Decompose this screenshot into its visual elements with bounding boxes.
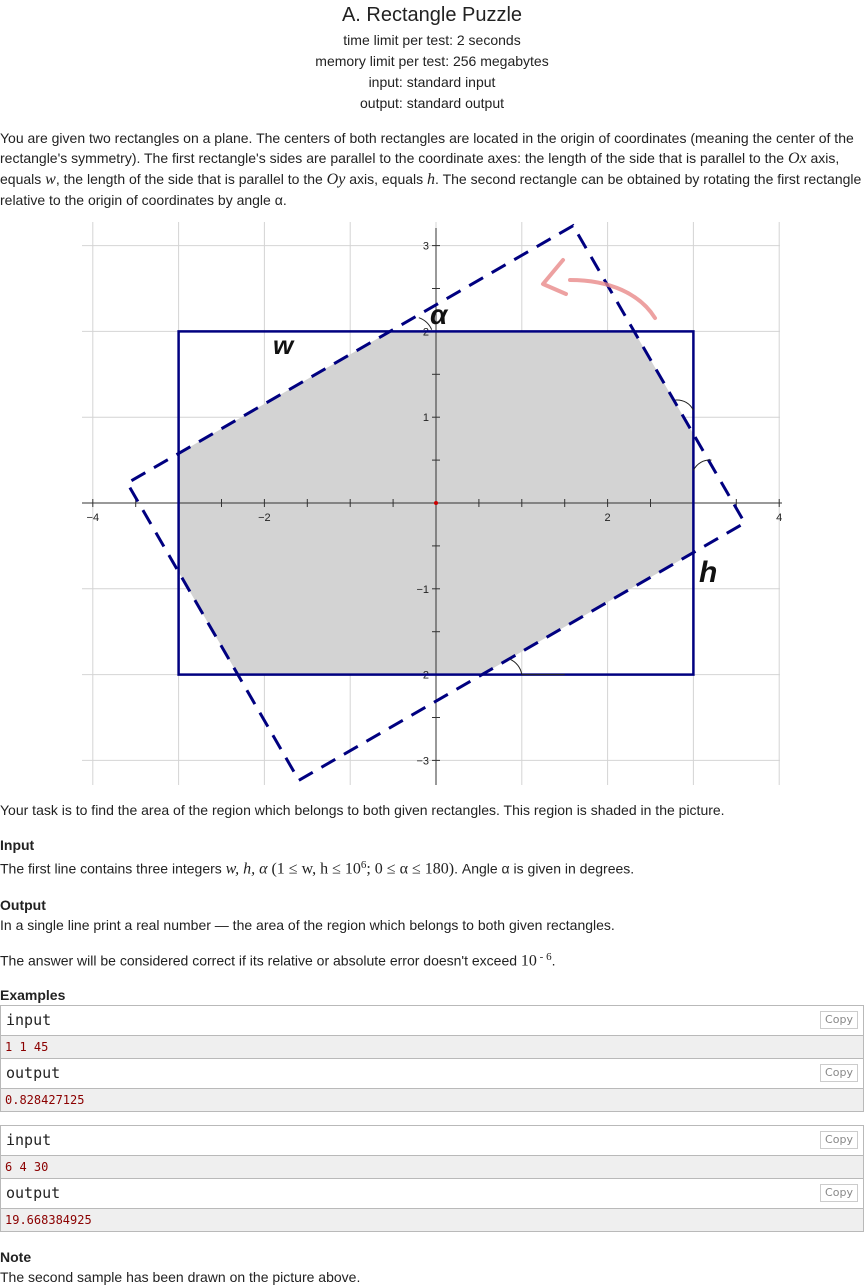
input-section: Input The first line contains three inte…	[0, 835, 864, 880]
example-input-header: input Copy	[1, 1006, 863, 1037]
label-h: h	[699, 556, 717, 589]
statement-text: You are given two rectangles on a plane.…	[0, 130, 854, 166]
math-ox: Ox	[787, 150, 807, 167]
output-spec: output: standard output	[360, 95, 504, 111]
note-section: Note The second sample has been drawn on…	[0, 1247, 864, 1287]
label-alpha: α	[430, 299, 449, 330]
examples-section: Examples input Copy 1 1 45 output Copy 0…	[0, 985, 864, 1233]
x-tick-label: 2	[605, 512, 611, 524]
input-spec: input: standard input	[368, 74, 496, 90]
input-title: Input	[0, 837, 35, 853]
y-tick-label: −3	[416, 755, 429, 767]
output-section: Output In a single line print a real num…	[0, 895, 864, 972]
copy-button[interactable]: Copy	[820, 1131, 858, 1150]
figure: −4 −2 2 4 3 2 1 −1 −2 −3 w h α	[0, 222, 864, 800]
statement-text: axis, equals	[345, 171, 428, 187]
rectangle-figure: −4 −2 2 4321−1−2−3whα	[82, 222, 782, 785]
precision-exp: - 6	[536, 950, 552, 963]
input-label: input	[6, 1131, 52, 1150]
input-constraint: (1 ≤ w, h ≤ 10	[271, 860, 361, 878]
example-input-value: 6 4 30	[1, 1156, 863, 1180]
time-limit: time limit per test: 2 seconds	[343, 32, 521, 48]
precision-note: The answer will be considered correct if…	[0, 947, 864, 972]
rotation-arrow	[568, 278, 657, 320]
example-output-value: 0.828427125	[1, 1089, 863, 1112]
x-tick-label: −4	[87, 512, 100, 524]
statement-paragraph: You are given two rectangles on a plane.…	[0, 128, 864, 210]
examples-title: Examples	[0, 987, 66, 1004]
example-input-header: input Copy	[1, 1126, 863, 1157]
note-title: Note	[0, 1249, 32, 1266]
example-output-value: 19.668384925	[1, 1209, 863, 1232]
input-text: The first line contains three integers	[0, 860, 226, 877]
label-w: w	[273, 330, 295, 360]
input-text-b: . Angle α is given in degrees.	[454, 860, 635, 877]
example-input-value: 1 1 45	[1, 1036, 863, 1060]
math-h: h	[427, 171, 436, 188]
example-output-header: output Copy	[1, 1179, 863, 1210]
precision-base: 10	[520, 952, 537, 970]
angle-arc	[509, 658, 523, 675]
copy-button[interactable]: Copy	[820, 1184, 858, 1203]
y-tick-label: −1	[416, 584, 429, 596]
x-tick-label: 4	[776, 512, 782, 524]
precision-end: .	[551, 952, 556, 969]
math-oy: Oy	[326, 171, 346, 188]
input-constraint-b: ; 0 ≤ α ≤ 180)	[366, 860, 455, 878]
copy-button[interactable]: Copy	[820, 1064, 858, 1083]
copy-button[interactable]: Copy	[820, 1011, 858, 1030]
input-vars: w, h, α	[225, 860, 268, 878]
problem-title: A. Rectangle Puzzle	[341, 4, 523, 26]
output-description: In a single line print a real number — t…	[0, 916, 615, 933]
example-2: input Copy 6 4 30 output Copy 19.6683849…	[0, 1125, 864, 1233]
origin-point	[434, 501, 438, 505]
statement-text: , the length of the side that is paralle…	[55, 171, 327, 187]
example-output-header: output Copy	[1, 1059, 863, 1090]
note-text: The second sample has been drawn on the …	[0, 1269, 361, 1286]
math-w: w	[45, 171, 56, 188]
input-description: The first line contains three integers w…	[0, 855, 864, 880]
problem-header: A. Rectangle Puzzle time limit per test:…	[0, 0, 864, 114]
y-tick-label: 1	[423, 412, 429, 424]
output-label: output	[6, 1064, 61, 1083]
input-label: input	[6, 1011, 52, 1030]
output-label: output	[6, 1184, 61, 1203]
y-tick-label: 3	[423, 241, 429, 253]
rotation-arrowhead	[541, 258, 568, 296]
x-tick-label: −2	[258, 512, 271, 524]
memory-limit: memory limit per test: 256 megabytes	[315, 53, 549, 69]
task-paragraph: Your task is to find the area of the reg…	[0, 802, 725, 818]
output-title: Output	[0, 896, 46, 913]
example-1: input Copy 1 1 45 output Copy 0.82842712…	[0, 1005, 864, 1113]
precision-text: The answer will be considered correct if…	[0, 952, 521, 969]
